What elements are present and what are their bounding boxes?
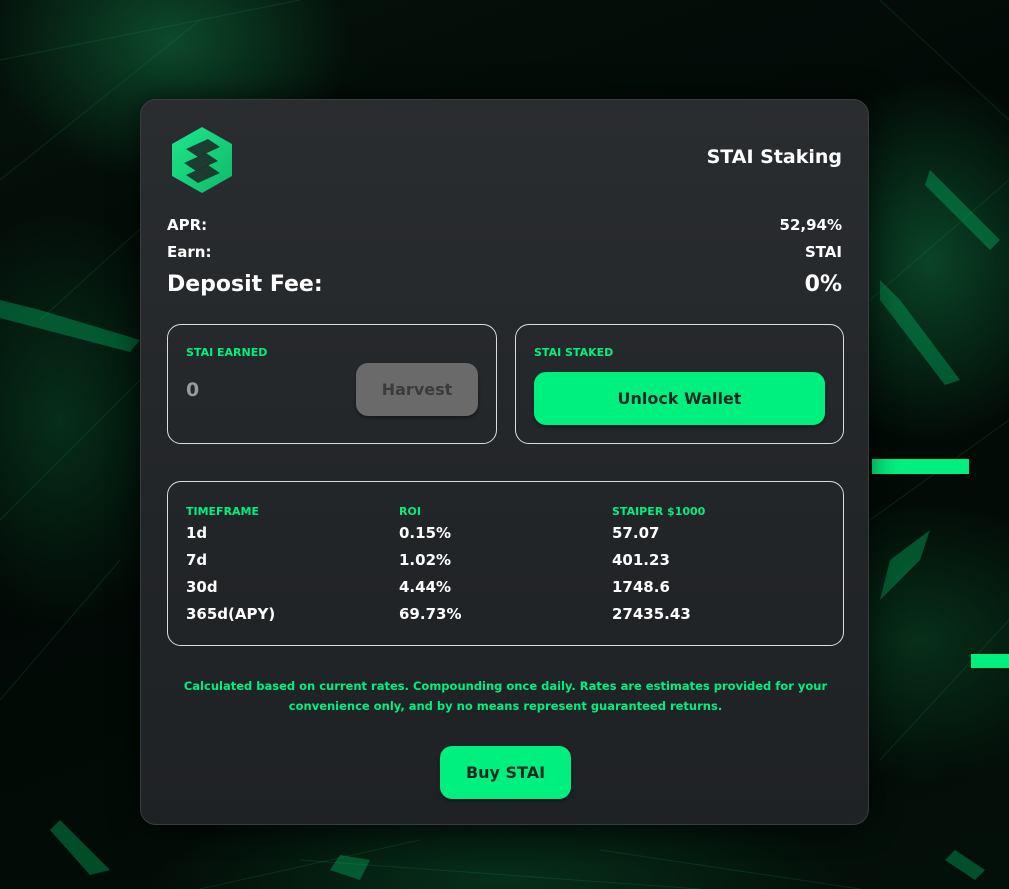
earn-label: Earn: — [167, 243, 212, 261]
stai-logo-icon — [172, 127, 232, 193]
earned-panel: STAI EARNED 0 Harvest — [167, 324, 497, 444]
roi-cell: 0.15% — [399, 523, 452, 542]
stai-per-1000-cell: 1748.6 — [612, 577, 670, 596]
stai-per-1000-cell: 401.23 — [612, 550, 670, 569]
decorative-bar-right — [872, 459, 969, 474]
roi-cell: 1.02% — [399, 550, 452, 569]
staked-heading: STAI STAKED — [534, 346, 614, 359]
stai-per-1000-cell: 57.07 — [612, 523, 660, 542]
unlock-wallet-button[interactable]: Unlock Wallet — [534, 372, 825, 425]
roi-header-row: TIMEFRAME ROI STAIPER $1000 — [186, 503, 826, 519]
page-title: STAI Staking — [706, 146, 842, 168]
roi-disclaimer: Calculated based on current rates. Compo… — [183, 679, 828, 713]
roi-table: TIMEFRAME ROI STAIPER $1000 1d 0.15% 57.… — [186, 503, 826, 627]
timeframe-cell: 7d — [186, 550, 208, 569]
table-row: 365d(APY) 69.73% 27435.43 — [186, 600, 826, 627]
buy-stai-button[interactable]: Buy STAI — [440, 746, 571, 799]
table-row: 1d 0.15% 57.07 — [186, 519, 826, 546]
staked-panel: STAI STAKED Unlock Wallet — [515, 324, 844, 444]
earned-heading: STAI EARNED — [186, 346, 268, 359]
column-header-stai-per-1000: STAIPER $1000 — [612, 504, 706, 518]
deposit-fee-value: 0% — [804, 272, 842, 297]
earn-value: STAI — [804, 243, 842, 261]
stai-per-1000-cell: 27435.43 — [612, 604, 691, 623]
timeframe-cell: 1d — [186, 523, 208, 542]
timeframe-cell: 365d(APY) — [186, 604, 276, 623]
roi-cell: 4.44% — [399, 577, 452, 596]
deposit-fee-label: Deposit Fee: — [167, 272, 323, 297]
column-header-timeframe: TIMEFRAME — [186, 504, 260, 518]
roi-panel: TIMEFRAME ROI STAIPER $1000 1d 0.15% 57.… — [167, 481, 844, 646]
timeframe-cell: 30d — [186, 577, 218, 596]
column-header-roi: ROI — [399, 504, 421, 518]
apr-label: APR: — [167, 216, 208, 234]
roi-cell: 69.73% — [399, 604, 462, 623]
earned-value: 0 — [186, 379, 200, 401]
apr-value: 52,94% — [779, 216, 842, 234]
decorative-bar-far-right — [971, 654, 1009, 668]
table-row: 7d 1.02% 401.23 — [186, 546, 826, 573]
staking-card: STAI Staking APR: 52,94% Earn: STAI Depo… — [140, 99, 869, 825]
table-row: 30d 4.44% 1748.6 — [186, 573, 826, 600]
harvest-button[interactable]: Harvest — [356, 363, 478, 416]
